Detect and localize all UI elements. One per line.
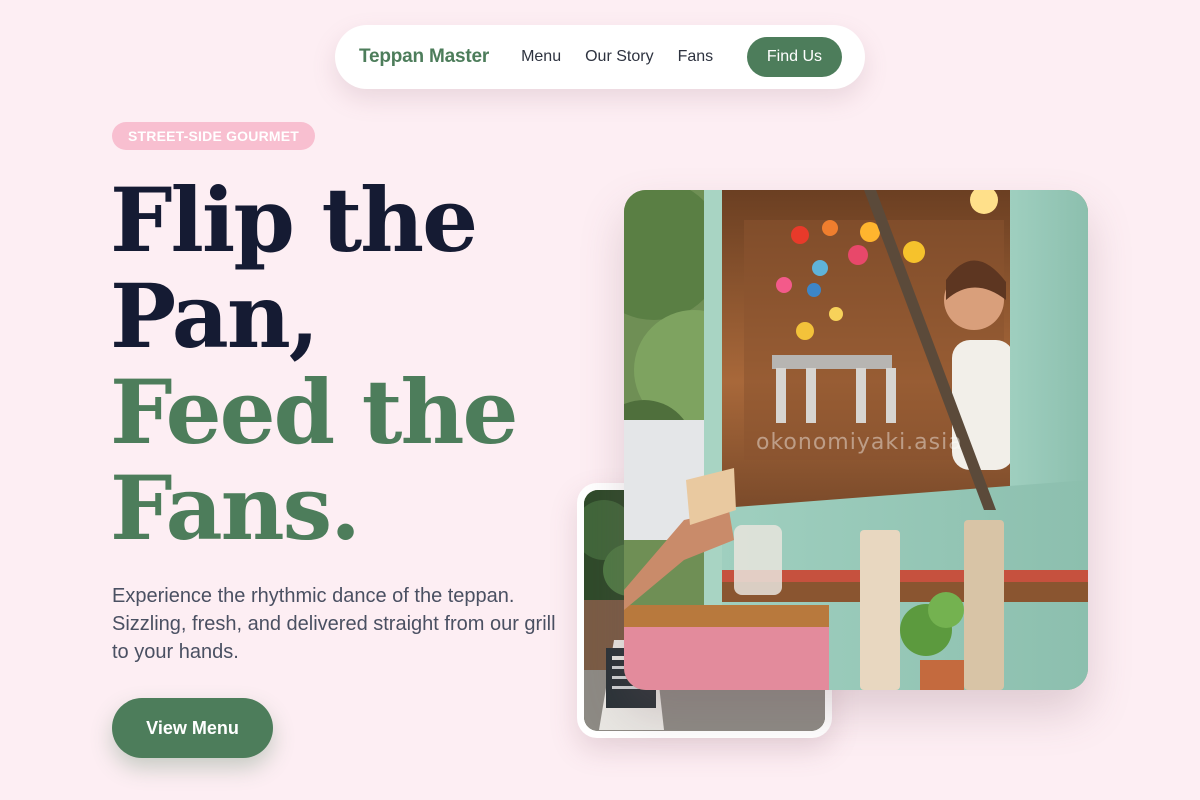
brand-logo[interactable]: Teppan Master (359, 46, 489, 68)
hero-description: Experience the rhythmic dance of the tep… (112, 585, 556, 663)
headline-line-4: Fans. (110, 456, 361, 560)
page: Teppan Master Menu Our Story Fans Find U… (0, 0, 1200, 800)
hero-headline: Flip the Pan, Feed the Fans. (110, 172, 580, 556)
nav-link-our-story[interactable]: Our Story (585, 48, 653, 66)
top-nav: Teppan Master Menu Our Story Fans Find U… (335, 25, 865, 89)
hero-badge: STREET-SIDE GOURMET (112, 122, 316, 150)
main-photo-card: okonomiyaki.asia (624, 190, 1088, 690)
nav-link-fans[interactable]: Fans (678, 48, 714, 66)
headline-line-3: Feed the (110, 360, 518, 464)
view-menu-button[interactable]: View Menu (112, 698, 273, 758)
find-us-button[interactable]: Find Us (746, 37, 842, 77)
nav-link-menu[interactable]: Menu (521, 48, 561, 66)
headline-line-1: Flip the (110, 168, 478, 272)
headline-line-2: Pan, (110, 264, 319, 368)
photo-watermark: okonomiyaki.asia (756, 430, 963, 455)
